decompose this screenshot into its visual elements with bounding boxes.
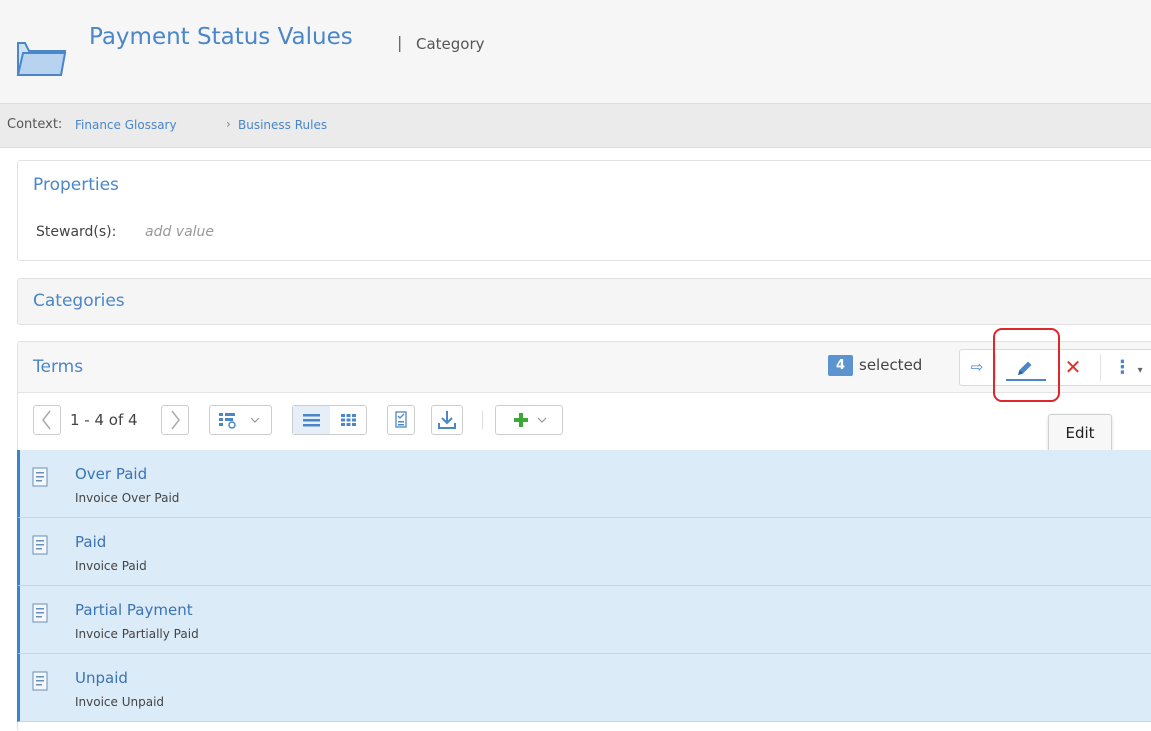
arrow-right-icon: ⇨	[970, 358, 984, 376]
delete-button[interactable]: ✕	[1058, 350, 1088, 385]
edit-tooltip: Edit	[1048, 414, 1112, 453]
export-button[interactable]	[431, 405, 463, 435]
add-term-dropdown[interactable]	[495, 405, 563, 435]
asset-type-label: Category	[416, 35, 485, 53]
move-button[interactable]: ⇨	[962, 350, 992, 385]
plus-icon	[514, 413, 547, 427]
context-label: Context:	[7, 117, 63, 132]
steward-add-value[interactable]: add value	[145, 224, 214, 240]
categories-title[interactable]: Categories	[33, 291, 125, 311]
view-settings-dropdown[interactable]	[209, 405, 272, 435]
caret-down-icon: ▾	[1137, 365, 1143, 376]
term-name[interactable]: Unpaid	[75, 669, 128, 687]
breadcrumb-separator: ›	[226, 117, 231, 131]
view-mode-toggle	[292, 405, 367, 435]
pager-status: 1 - 4 of 4	[70, 411, 138, 429]
properties-panel: Properties Steward(s): add value	[17, 160, 1151, 261]
term-row-paid[interactable]: Paid Invoice Paid	[17, 518, 1151, 586]
term-name[interactable]: Partial Payment	[75, 601, 193, 619]
breadcrumb-business-rules-link[interactable]: Business Rules	[238, 118, 327, 132]
checklist-icon	[395, 411, 407, 428]
close-icon: ✕	[1064, 355, 1082, 379]
term-row-unpaid[interactable]: Unpaid Invoice Unpaid	[17, 654, 1151, 722]
list-view-button[interactable]	[293, 406, 330, 434]
list-settings-icon	[219, 413, 260, 429]
more-actions-button[interactable]: ⋮ ▾	[1108, 350, 1148, 385]
title-separator: |	[397, 33, 403, 52]
term-description: Invoice Unpaid	[75, 695, 165, 709]
term-row-partial-payment[interactable]: Partial Payment Invoice Partially Paid	[17, 586, 1151, 654]
document-icon	[32, 603, 48, 623]
properties-title[interactable]: Properties	[33, 175, 119, 195]
pager-next-button[interactable]	[161, 405, 189, 435]
select-all-button[interactable]	[387, 405, 415, 435]
terms-toolbar: 1 - 4 of 4	[18, 393, 1151, 451]
more-vertical-icon: ⋮	[1113, 357, 1132, 378]
chevron-right-icon	[171, 410, 180, 430]
breadcrumb-glossary-link[interactable]: Finance Glossary	[75, 118, 177, 132]
terms-title[interactable]: Terms	[33, 357, 83, 377]
page-header: Payment Status Values | Category	[0, 0, 1151, 103]
document-icon	[32, 467, 48, 487]
chevron-left-icon	[42, 410, 51, 430]
edit-button-highlight	[993, 328, 1060, 402]
term-description: Invoice Partially Paid	[75, 627, 199, 641]
grid-view-icon	[341, 414, 356, 426]
terms-header: Terms 4 selected ⇨ ✕ ⋮ ▾	[18, 342, 1151, 393]
toolbar-divider	[482, 411, 483, 429]
divider	[1100, 354, 1101, 381]
grid-view-button[interactable]	[331, 406, 366, 434]
download-icon	[438, 411, 456, 429]
list-view-icon	[303, 414, 320, 427]
breadcrumb: Context: Finance Glossary › Business Rul…	[0, 103, 1151, 148]
term-row-over-paid[interactable]: Over Paid Invoice Over Paid	[17, 450, 1151, 518]
steward-label: Steward(s):	[36, 224, 117, 240]
selected-count-badge: 4	[828, 355, 853, 376]
document-icon	[32, 535, 48, 555]
folder-icon	[16, 42, 67, 76]
term-description: Invoice Over Paid	[75, 491, 180, 505]
term-name[interactable]: Over Paid	[75, 465, 147, 483]
selected-label: selected	[859, 356, 923, 374]
page-title: Payment Status Values	[89, 24, 353, 50]
term-name[interactable]: Paid	[75, 533, 106, 551]
term-description: Invoice Paid	[75, 559, 147, 573]
categories-panel[interactable]: Categories	[17, 278, 1151, 325]
document-icon	[32, 671, 48, 691]
term-list: Over Paid Invoice Over Paid Paid Invoice…	[17, 450, 1151, 722]
pager-previous-button[interactable]	[33, 405, 61, 435]
